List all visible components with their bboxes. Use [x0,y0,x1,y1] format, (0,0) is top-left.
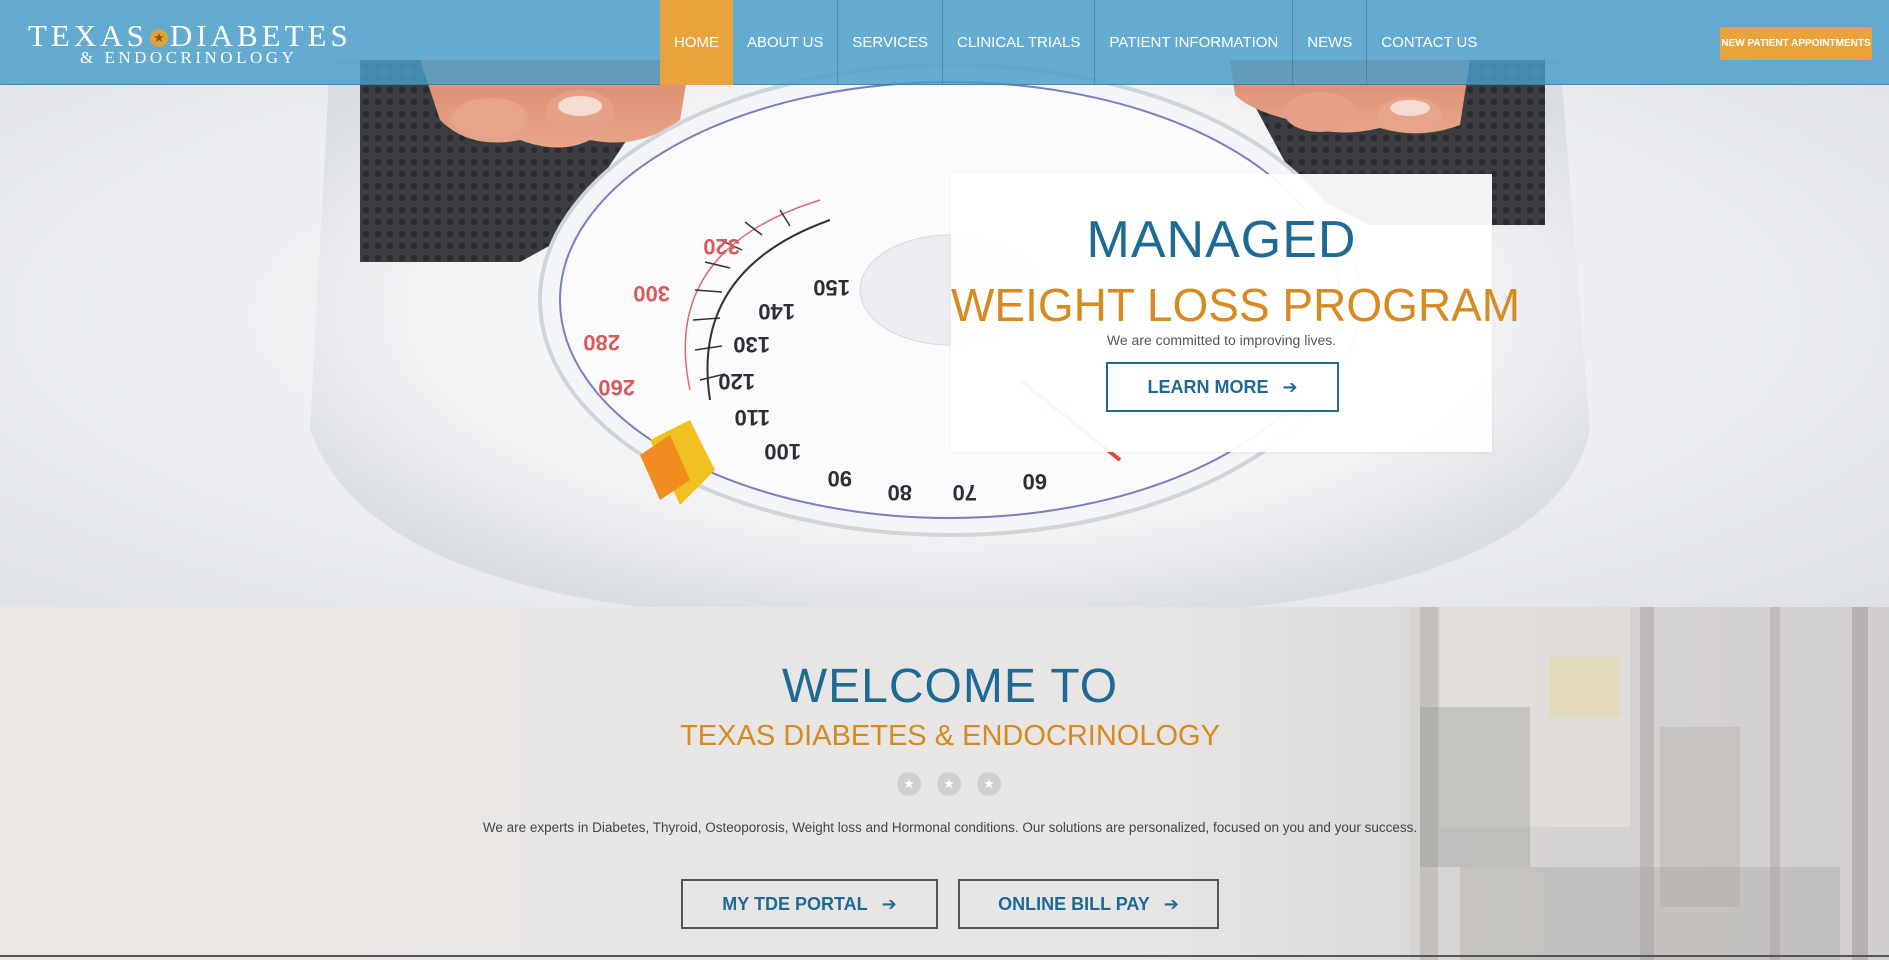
nav-news[interactable]: NEWS [1293,0,1368,85]
star-icon: ★ [977,772,1001,796]
arrow-right-icon: ➔ [1282,376,1298,397]
hero-title-line2: WEIGHT LOSS PROGRAM [951,279,1521,331]
nav-contact-us[interactable]: CONTACT US [1367,0,1491,85]
learn-more-label: LEARN MORE [1147,376,1269,397]
welcome-section: WELCOME TO TEXAS DIABETES & ENDOCRINOLOG… [0,607,1889,960]
hero-banner: 320 300 280 260 150 140 130 120 110 100 … [0,0,1889,607]
new-patient-appointments-button[interactable]: NEW PATIENT APPOINTMENTS [1720,27,1872,60]
svg-text:80: 80 [888,480,912,505]
bathroom-scale-image: 320 300 280 260 150 140 130 120 110 100 … [310,60,1590,607]
svg-text:120: 120 [718,369,755,394]
logo-subtitle: & ENDOCRINOLOGY [80,48,298,67]
my-tde-portal-button[interactable]: MY TDE PORTAL ➔ [681,879,938,929]
arrow-right-icon: ➔ [881,893,897,914]
star-divider: ★ ★ ★ [897,772,1001,796]
svg-text:110: 110 [735,405,771,430]
nav-about-us[interactable]: ABOUT US [733,0,839,85]
hero-card: MANAGED WEIGHT LOSS PROGRAM We are commi… [951,174,1521,452]
bill-pay-button-label: ONLINE BILL PAY [998,893,1150,914]
svg-text:280: 280 [583,330,620,355]
svg-text:150: 150 [813,275,850,300]
star-icon: ★ [149,29,168,47]
nav-home[interactable]: HOME [660,0,733,85]
star-icon: ★ [897,772,921,796]
svg-text:60: 60 [1023,469,1047,494]
hero-tagline: We are committed to improving lives. [1106,332,1337,348]
star-icon: ★ [937,772,961,796]
portal-button-label: MY TDE PORTAL [722,893,868,914]
svg-text:130: 130 [733,332,770,357]
svg-text:260: 260 [598,375,635,400]
site-header: TEXAS ★ DIABETES & ENDOCRINOLOGY HOME ABOU… [0,0,1889,85]
svg-text:90: 90 [828,466,852,491]
svg-text:300: 300 [633,281,670,306]
svg-text:70: 70 [953,480,977,505]
arrow-right-icon: ➔ [1163,893,1179,914]
nav-patient-information[interactable]: PATIENT INFORMATION [1095,0,1294,85]
online-bill-pay-button[interactable]: ONLINE BILL PAY ➔ [958,879,1219,929]
welcome-subtitle: TEXAS DIABETES & ENDOCRINOLOGY [680,720,1220,752]
main-nav: HOME ABOUT US SERVICES CLINICAL TRIALS P… [660,0,1491,85]
site-logo[interactable]: TEXAS ★ DIABETES & ENDOCRINOLOGY [28,18,348,70]
welcome-title: WELCOME TO [781,660,1119,713]
nav-clinical-trials[interactable]: CLINICAL TRIALS [943,0,1096,85]
svg-text:320: 320 [703,234,740,259]
svg-text:140: 140 [758,299,795,324]
welcome-description: We are experts in Diabetes, Thyroid, Ost… [482,820,1418,835]
hero-title-line1: MANAGED [1086,211,1357,269]
learn-more-button[interactable]: LEARN MORE ➔ [1106,362,1339,412]
page-divider [0,955,1889,957]
nav-services[interactable]: SERVICES [838,0,943,85]
svg-text:100: 100 [764,439,801,464]
